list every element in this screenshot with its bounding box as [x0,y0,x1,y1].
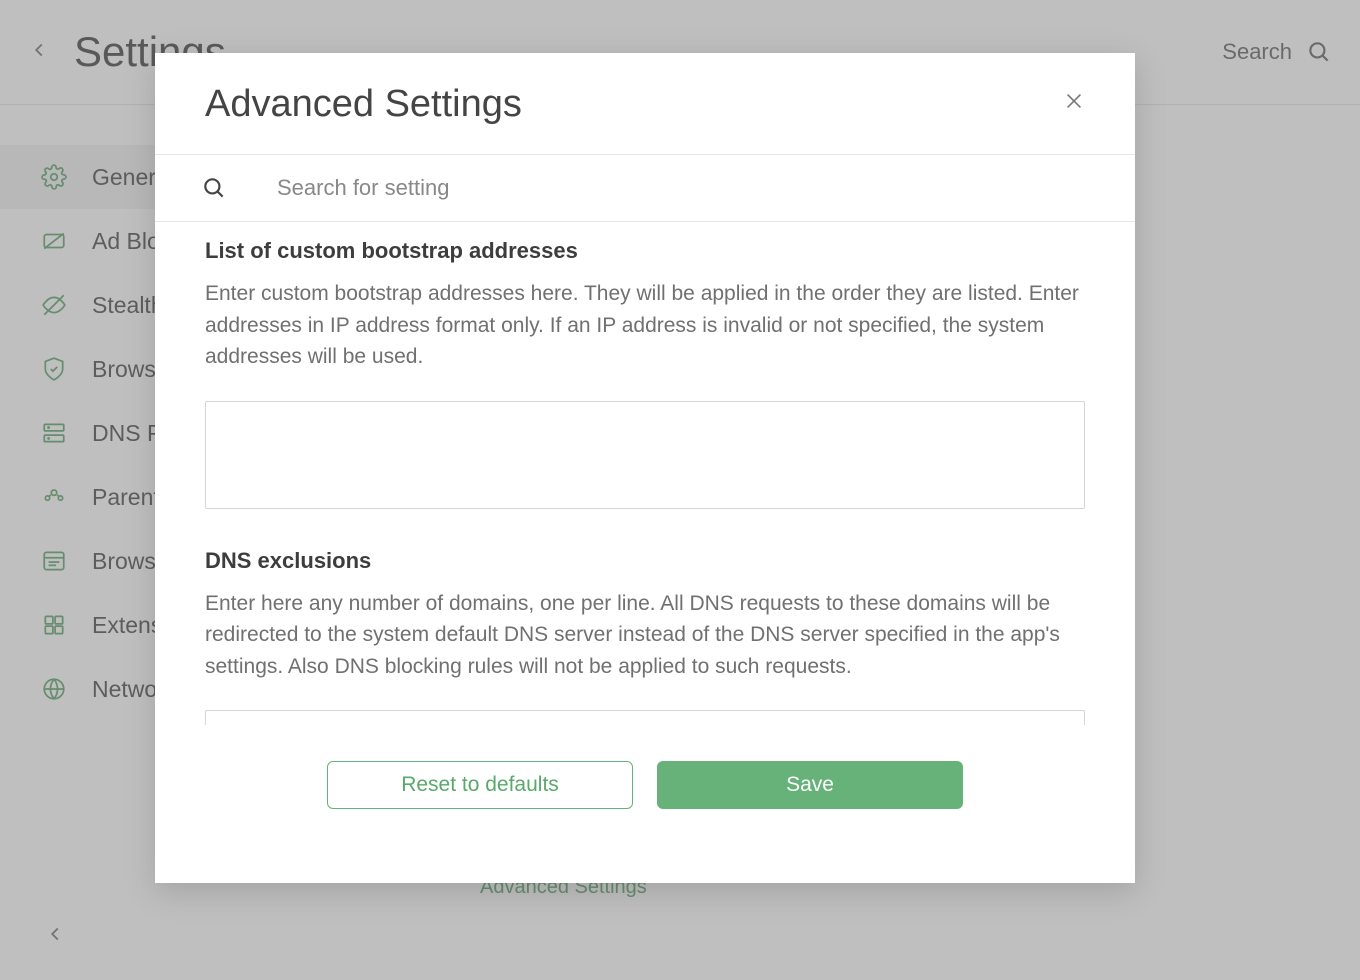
modal-title: Advanced Settings [205,83,522,126]
setting-group-bootstrap: List of custom bootstrap addresses Enter… [205,238,1085,514]
modal-body[interactable]: List of custom bootstrap addresses Enter… [155,222,1135,725]
close-icon[interactable] [1063,90,1085,119]
advanced-settings-modal: Advanced Settings List of custom bootstr… [155,53,1135,883]
save-button[interactable]: Save [657,761,963,809]
setting-title: List of custom bootstrap addresses [205,238,1085,264]
dns-exclusions-textarea[interactable] [205,710,1085,725]
search-icon [201,175,227,201]
setting-description: Enter custom bootstrap addresses here. T… [205,278,1085,373]
bootstrap-addresses-textarea[interactable] [205,401,1085,509]
modal-search-row [155,155,1135,222]
settings-search-input[interactable] [277,175,1085,201]
setting-title: DNS exclusions [205,548,1085,574]
modal-footer: Reset to defaults Save [155,725,1135,883]
setting-description: Enter here any number of domains, one pe… [205,588,1085,683]
modal-header: Advanced Settings [155,53,1135,155]
reset-to-defaults-button[interactable]: Reset to defaults [327,761,633,809]
setting-group-dns-exclusions: DNS exclusions Enter here any number of … [205,548,1085,726]
